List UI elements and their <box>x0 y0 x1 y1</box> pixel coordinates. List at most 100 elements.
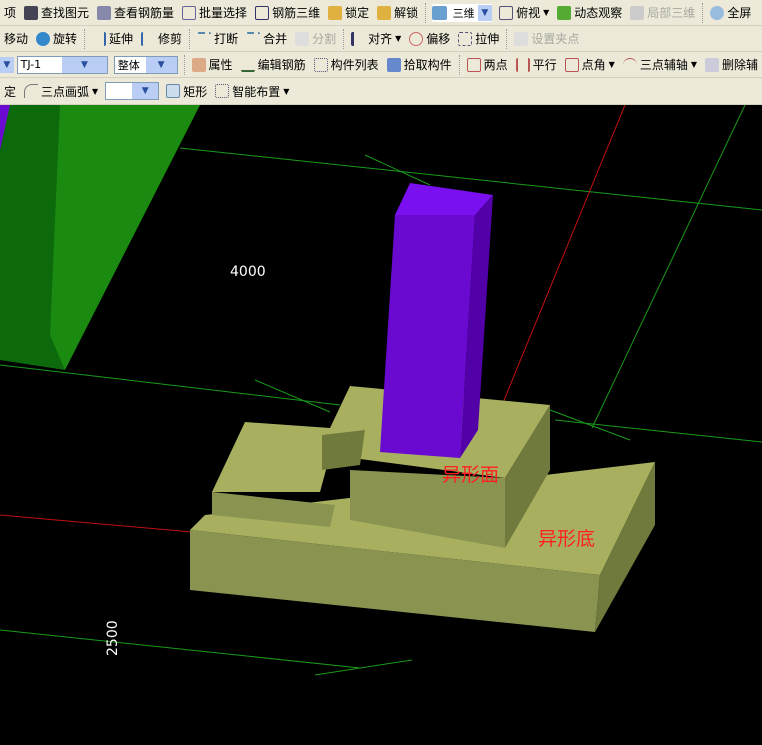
label: 定 <box>4 84 17 99</box>
parallel-axis-button[interactable]: 平行 <box>512 54 561 76</box>
separator <box>84 28 86 49</box>
grid-line <box>0 364 341 406</box>
orbit-icon <box>557 5 572 20</box>
3d-viewport[interactable]: 4000 2500 异形面 异形底 <box>0 104 762 742</box>
list-icon <box>313 57 328 72</box>
separator <box>506 28 508 49</box>
chevron-down-icon: ▼ <box>477 4 493 21</box>
column <box>380 183 493 458</box>
extend-button[interactable]: 延伸 <box>88 28 137 50</box>
rotate-icon <box>36 31 51 46</box>
label: TJ-1 <box>20 58 42 71</box>
dropdown-arrow-icon: ▼ <box>690 60 697 69</box>
batch-select-button[interactable]: 批量选择 <box>178 2 251 24</box>
rectangle-icon <box>166 84 181 98</box>
stretch-button[interactable]: 拉伸 <box>454 28 503 50</box>
three-point-arc-button[interactable]: 三点画弧 ▼ <box>20 80 102 102</box>
component-select[interactable]: TJ-1 ▼ <box>16 55 108 74</box>
pick-component-button[interactable]: 拾取构件 <box>383 54 456 76</box>
separator <box>343 28 345 49</box>
point-angle-button[interactable]: 点角 ▼ <box>561 54 619 76</box>
label: 动态观察 <box>574 6 623 20</box>
label: 矩形 <box>183 84 208 99</box>
label: 合并 <box>263 32 288 46</box>
label: 项 <box>4 6 17 20</box>
find-element-button[interactable]: 查找图元 <box>20 2 93 24</box>
top-view-button[interactable]: 俯视 ▼ <box>495 2 553 24</box>
label: 拉伸 <box>475 32 500 46</box>
label: 全屏 <box>727 6 752 20</box>
component-list-button[interactable]: 构件列表 <box>310 54 383 76</box>
label: 批量选择 <box>199 6 248 20</box>
label: 设置夹点 <box>531 32 580 46</box>
break-button[interactable]: 打断 <box>193 28 242 50</box>
view-rebar-button[interactable]: 查看钢筋量 <box>93 2 178 24</box>
separator <box>458 54 460 75</box>
label: 查找图元 <box>41 6 90 20</box>
scope-select[interactable]: 整体 ▼ <box>113 55 178 74</box>
dropdown-arrow-icon: ▼ <box>92 86 99 96</box>
dimension-4000: 4000 <box>230 264 266 280</box>
separator <box>183 54 185 75</box>
label: 属性 <box>208 58 233 72</box>
rotate-button[interactable]: 旋转 <box>32 28 81 50</box>
merge-icon <box>246 31 261 46</box>
lock-button[interactable]: 锁定 <box>324 2 373 24</box>
label: 平行 <box>532 58 557 72</box>
label-shaped-face: 异形面 <box>442 464 499 486</box>
rebar-3d-button[interactable]: 钢筋三维 <box>251 2 324 24</box>
edit-rebar-button[interactable]: 编辑钢筋 <box>237 54 310 76</box>
set-grip-button[interactable]: 设置夹点 <box>510 28 583 50</box>
toolbar-draw: 定 三点画弧 ▼ ▼ 矩形 智能布置 ▼ <box>0 78 762 105</box>
grip-icon <box>514 31 529 46</box>
arc-option-select[interactable]: ▼ <box>105 82 160 100</box>
label: 延伸 <box>109 32 134 46</box>
chevron-down-icon[interactable]: ▼ <box>0 56 14 73</box>
label: 拾取构件 <box>403 58 452 72</box>
axis-line <box>499 104 626 411</box>
offset-icon <box>409 31 424 46</box>
dropdown-arrow-icon: ▼ <box>543 8 550 17</box>
orbit-button[interactable]: 动态观察 <box>553 2 626 24</box>
split-button[interactable]: 分割 <box>291 28 340 50</box>
partial-3d-button[interactable]: 局部三维 <box>626 2 699 24</box>
label: 三点画弧 <box>41 84 90 99</box>
wall-block <box>0 105 200 370</box>
align-button[interactable]: 对齐 ▼ <box>347 28 405 50</box>
label: 钢筋三维 <box>272 6 321 20</box>
two-point-axis-button[interactable]: 两点 <box>463 54 512 76</box>
offset-button[interactable]: 偏移 <box>405 28 454 50</box>
trim-icon <box>141 31 155 46</box>
draw-button-partial[interactable]: 定 <box>0 80 20 102</box>
properties-button[interactable]: 属性 <box>188 54 237 76</box>
move-button[interactable]: 移动 <box>0 28 32 50</box>
fullscreen-button[interactable]: 全屏 <box>706 2 755 24</box>
chevron-down-icon: ▼ <box>62 56 107 73</box>
rectangle-button[interactable]: 矩形 <box>162 80 211 102</box>
trim-button[interactable]: 修剪 <box>137 28 186 50</box>
batch-select-icon <box>182 5 197 20</box>
lock-icon <box>328 5 343 20</box>
pick-icon <box>386 57 401 72</box>
grid-line <box>591 104 746 429</box>
chevron-down-icon: ▼ <box>145 56 177 73</box>
3d-scene[interactable]: 4000 2500 异形面 异形底 <box>0 104 762 742</box>
label: 三维 <box>452 6 475 20</box>
label: 智能布置 <box>232 84 281 99</box>
extend-icon <box>92 31 107 46</box>
view-mode-select[interactable]: 三维 ▼ <box>432 3 493 22</box>
label: 分割 <box>312 32 337 46</box>
arc-axis-icon <box>622 57 637 72</box>
dropdown-arrow-icon: ▼ <box>395 34 402 43</box>
toolbar-item-partial[interactable]: 项 <box>0 2 20 24</box>
stretch-icon <box>458 31 473 46</box>
partial-3d-icon <box>630 5 645 20</box>
merge-button[interactable]: 合并 <box>242 28 291 50</box>
three-point-axis-button[interactable]: 三点辅轴 ▼ <box>619 54 701 76</box>
delete-axis-button[interactable]: 删除辅 <box>701 54 762 76</box>
dropdown-arrow-icon: ▼ <box>608 60 615 69</box>
point-angle-icon <box>564 57 579 72</box>
smart-layout-button[interactable]: 智能布置 ▼ <box>211 80 293 102</box>
unlock-button[interactable]: 解锁 <box>373 2 422 24</box>
label: 整体 <box>117 58 140 72</box>
